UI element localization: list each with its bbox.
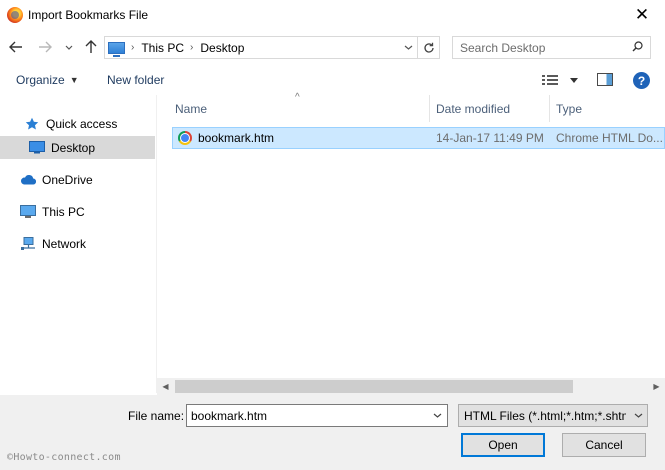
star-icon [24, 116, 40, 132]
scroll-right-icon[interactable]: ▶ [648, 378, 665, 395]
search-box[interactable] [452, 36, 651, 59]
file-type-filter-select[interactable]: HTML Files (*.html;*.htm;*.shtml) [458, 404, 648, 427]
sidebar-item-label: Network [42, 236, 87, 251]
cancel-button[interactable]: Cancel [562, 433, 646, 457]
cancel-button-label: Cancel [585, 438, 623, 452]
file-name-dropdown-button[interactable] [427, 405, 447, 426]
file-type-filter-value: HTML Files (*.html;*.htm;*.shtml) [464, 408, 626, 423]
column-type[interactable]: Type [556, 102, 582, 116]
chevron-down-icon [634, 413, 642, 418]
refresh-button[interactable] [418, 36, 440, 59]
sidebar-item-onedrive[interactable]: OneDrive [0, 168, 155, 191]
refresh-icon [423, 42, 434, 53]
organize-button[interactable]: Organize ▼ [16, 73, 79, 87]
breadcrumb-separator-icon: › [131, 42, 135, 53]
watermark-text: ©Howto-connect.com [7, 452, 121, 463]
window-title: Import Bookmarks File [28, 8, 149, 22]
navigation-bar: › This PC › Desktop [0, 32, 665, 64]
scroll-left-icon[interactable]: ◀ [157, 378, 174, 395]
column-header-row: ^ Name Date modified Type [157, 92, 665, 122]
close-button[interactable]: ✕ [619, 0, 665, 30]
sidebar-item-this-pc[interactable]: This PC [0, 200, 155, 223]
recent-locations-button[interactable] [62, 36, 76, 58]
help-icon: ? [637, 73, 646, 88]
arrow-left-icon [9, 41, 22, 53]
open-button-label: Open [488, 438, 518, 452]
caret-down-icon: ▼ [69, 75, 79, 85]
arrow-up-icon [85, 40, 97, 53]
sidebar-item-label: OneDrive [42, 172, 93, 187]
column-name[interactable]: Name [175, 102, 207, 116]
file-date: 14-Jan-17 11:49 PM [436, 131, 544, 145]
change-view-button[interactable] [542, 73, 580, 87]
search-icon [632, 41, 643, 52]
address-dropdown-button[interactable] [399, 37, 417, 58]
sidebar-item-desktop[interactable]: Desktop [0, 136, 155, 159]
chevron-down-icon [404, 45, 412, 50]
sidebar-item-label: Quick access [46, 116, 118, 131]
chevron-down-icon [433, 413, 441, 418]
file-name: bookmark.htm [198, 131, 275, 145]
computer-icon [108, 41, 125, 57]
close-icon: ✕ [634, 5, 650, 24]
breadcrumb-separator-icon: › [190, 42, 194, 53]
up-button[interactable] [80, 36, 102, 58]
sidebar-item-label: Desktop [51, 140, 96, 155]
open-button[interactable]: Open [461, 433, 545, 457]
sidebar-item-network[interactable]: Network [0, 232, 155, 255]
column-date-modified[interactable]: Date modified [436, 102, 510, 116]
file-name-input[interactable] [191, 408, 427, 423]
chrome-icon [178, 131, 192, 145]
arrow-right-icon [39, 41, 52, 53]
new-folder-button[interactable]: New folder [107, 73, 164, 87]
help-button[interactable]: ? [633, 72, 650, 89]
sort-ascending-icon: ^ [295, 92, 300, 103]
file-list: ^ Name Date modified Type bookmark.htm 1… [157, 92, 665, 378]
chevron-down-icon [65, 45, 73, 50]
firefox-icon [7, 7, 23, 23]
column-divider[interactable] [549, 95, 550, 122]
caret-down-icon [570, 77, 578, 83]
command-bar: Organize ▼ New folder ? [0, 64, 665, 95]
horizontal-scrollbar[interactable]: ◀ ▶ [157, 378, 665, 395]
organize-label: Organize [16, 73, 65, 87]
file-name-label: File name: [128, 409, 185, 423]
breadcrumb-desktop[interactable]: Desktop [200, 41, 244, 55]
computer-icon [20, 204, 36, 220]
breadcrumb-this-pc[interactable]: This PC [141, 41, 184, 55]
file-name-combobox[interactable] [186, 404, 448, 427]
search-input[interactable] [460, 40, 630, 55]
table-row[interactable]: bookmark.htm 14-Jan-17 11:49 PM Chrome H… [172, 127, 665, 149]
address-bar[interactable]: › This PC › Desktop [104, 36, 418, 59]
sidebar-item-label: This PC [42, 204, 85, 219]
navigation-pane: Quick access Desktop OneDrive This PC Ne… [0, 95, 157, 393]
dialog-footer: File name: HTML Files (*.html;*.htm;*.sh… [0, 395, 665, 470]
title-bar: Import Bookmarks File ✕ [0, 0, 665, 32]
scrollbar-thumb[interactable] [175, 380, 573, 393]
details-view-icon [542, 75, 558, 85]
sidebar-item-quick-access[interactable]: Quick access [0, 112, 155, 135]
preview-pane-button[interactable] [597, 73, 613, 86]
new-folder-label: New folder [107, 73, 165, 87]
desktop-icon [29, 140, 45, 156]
cloud-icon [20, 172, 36, 188]
file-type: Chrome HTML Do... [556, 131, 663, 145]
column-divider[interactable] [429, 95, 430, 122]
network-icon [20, 236, 36, 252]
forward-button[interactable] [34, 36, 56, 58]
back-button[interactable] [5, 36, 27, 58]
filter-dropdown-button[interactable] [629, 405, 647, 426]
